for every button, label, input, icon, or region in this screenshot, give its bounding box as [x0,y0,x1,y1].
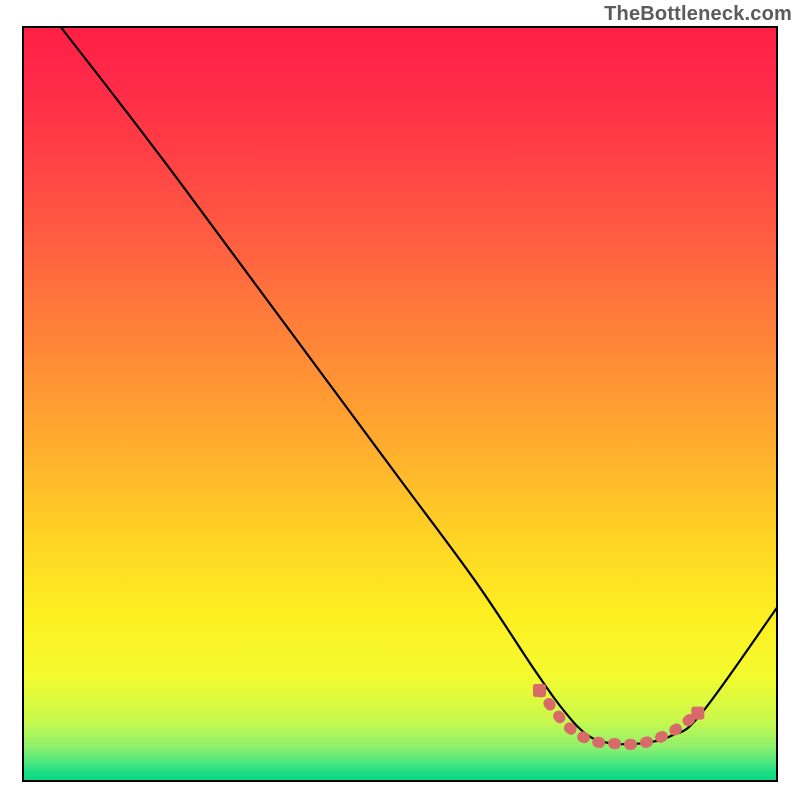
marker-endpoint [691,707,704,720]
chart-canvas [0,0,800,800]
chart-container: TheBottleneck.com [0,0,800,800]
plot-background [23,27,777,781]
marker-endpoint [533,684,546,697]
watermark-text: TheBottleneck.com [604,3,792,26]
